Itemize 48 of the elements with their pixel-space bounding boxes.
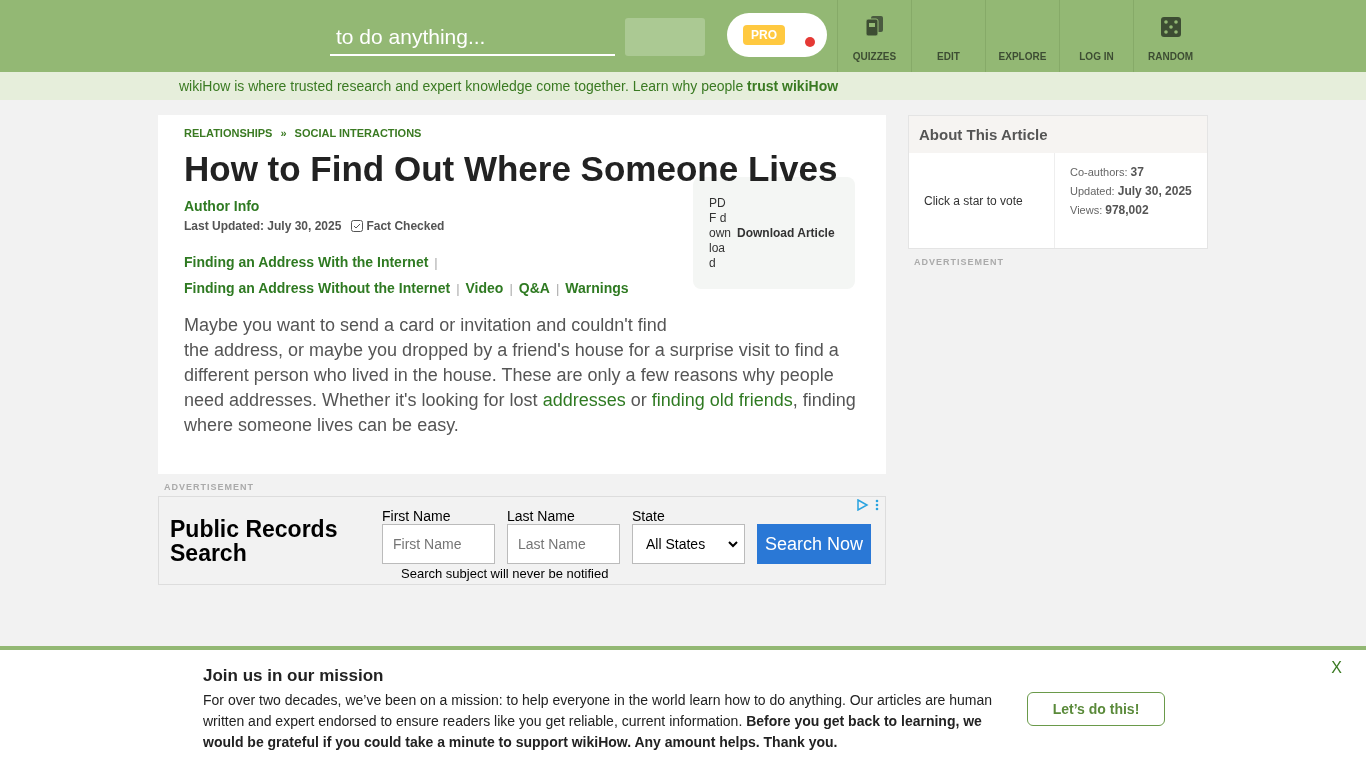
search-field[interactable]: to do anything... <box>330 20 615 56</box>
article-stat: Views: 978,002 <box>1070 203 1150 217</box>
ad-note: Search subject will never be notified <box>401 566 609 581</box>
check-icon <box>351 220 364 232</box>
dice-icon <box>1160 17 1181 37</box>
toc-link[interactable]: Video <box>465 276 504 301</box>
ad-choices-icon[interactable] <box>857 499 881 511</box>
separator: | <box>555 281 560 296</box>
advertisement-label: ADVERTISEMENT <box>163 481 255 494</box>
close-button[interactable]: X <box>1325 658 1348 678</box>
breadcrumb-link[interactable]: SOCIAL INTERACTIONS <box>294 127 422 139</box>
field-label: First Name <box>382 508 452 524</box>
field-label: Last Name <box>507 508 576 524</box>
search-now-button[interactable]: Search Now <box>757 524 872 564</box>
breadcrumb-separator: » <box>280 127 287 139</box>
article-stat: Updated: July 30, 2025 <box>1070 184 1192 198</box>
name-field[interactable]: Last Name <box>507 524 620 564</box>
article-link[interactable]: finding old friends <box>651 390 793 410</box>
field-label: State <box>632 508 666 524</box>
trust-text: wikiHow is where trusted research and expert knowledge come together. Learn why people trust wikiHow <box>179 78 839 94</box>
banner-title: Join us in our mission <box>203 666 385 686</box>
fact-checked: Fact Checked <box>366 219 445 233</box>
article-link[interactable]: addresses <box>542 390 626 410</box>
notification-dot <box>805 37 815 47</box>
article-stat: Co-authors: 37 <box>1070 165 1145 179</box>
breadcrumb-link[interactable]: RELATIONSHIPS <box>184 127 273 139</box>
ad-title: Public Records Search <box>170 516 339 565</box>
cards-icon <box>864 15 885 37</box>
toc-link[interactable]: Finding an Address With the Internet <box>184 250 429 275</box>
last-updated: Last Updated: July 30, 2025 <box>184 219 342 233</box>
support-button[interactable]: Let’s do this! <box>1027 692 1165 726</box>
state-dropdown[interactable]: All States <box>632 524 745 564</box>
banner-text: For over two decades, we’ve been on a mission: to help everyone in the world learn how to do anything. Our articles are human written and expert endorsed to ensure readers like you get reliable, current information. Before you get back to learning, we would be grateful if you could take a minute to support wikiHow. Any amount helps. Thank you. <box>203 691 994 752</box>
intro-paragraph: Maybe you want to send a card or invitation and couldn't find the address, or maybe you dropped by a friend's house for a surprise visit to find a different person who lived in the house. These are only a few reasons why people need addresses. Whether it's looking for lost addresses or finding old friends, finding where someone lives can be easy. <box>184 314 857 437</box>
toc-link[interactable]: Q&A <box>518 276 550 301</box>
about-title: About This Article <box>909 116 1207 153</box>
toc-link[interactable]: Finding an Address Without the Internet <box>184 276 451 301</box>
advertisement-label: ADVERTISEMENT <box>913 256 1005 269</box>
separator: | <box>509 281 513 296</box>
author-info-link[interactable]: Author Info <box>184 198 260 214</box>
chevron-icon <box>728 540 738 548</box>
separator: | <box>434 255 438 270</box>
pro-badge: PRO <box>743 25 785 45</box>
vote-prompt: Click a star to vote <box>924 193 1023 208</box>
name-field[interactable]: First Name <box>382 524 495 564</box>
separator: | <box>456 281 460 296</box>
toc-link[interactable]: Warnings <box>565 276 629 301</box>
trust-link[interactable]: trust wikiHow <box>747 78 839 94</box>
